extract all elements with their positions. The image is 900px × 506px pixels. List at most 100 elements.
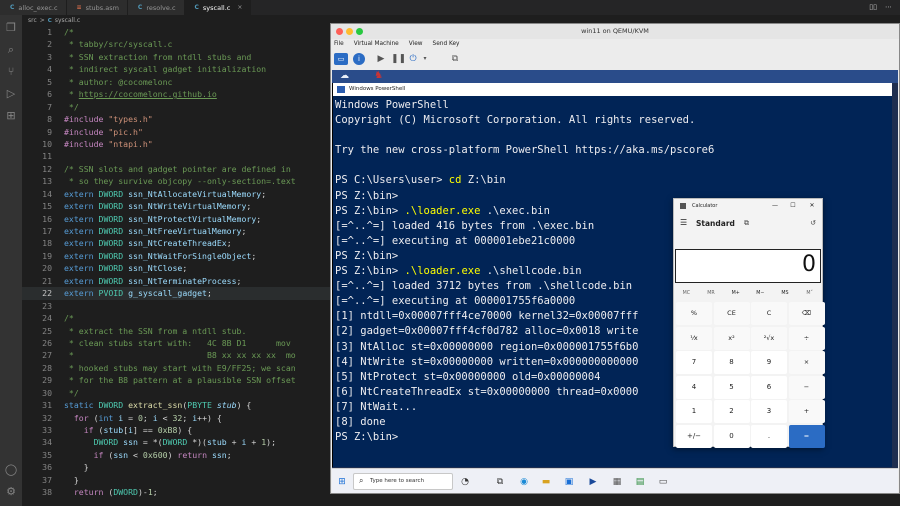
code-editor[interactable]: 1/* 2 * tabby/src/syscall.c 3 * SSN extrac…	[22, 26, 332, 506]
minimize-window-icon[interactable]	[346, 28, 353, 35]
calc-key[interactable]: ⅟x	[676, 326, 712, 350]
code-line[interactable]: 36 }	[22, 461, 332, 473]
code-line[interactable]: 11	[22, 150, 332, 162]
calc-key[interactable]: 0	[713, 424, 750, 448]
code-line[interactable]: 25 * extract the SSN from a ntdll stub.	[22, 325, 332, 337]
source-control-icon[interactable]: ⑂	[4, 65, 18, 79]
code-line[interactable]: 5 * author: @cocomelonc	[22, 76, 332, 88]
store-icon[interactable]: ▣	[564, 477, 574, 487]
tab-close-icon[interactable]: ×	[237, 4, 242, 11]
code-line[interactable]: 8 #include "types.h"	[22, 113, 332, 125]
calc-key[interactable]: 4	[676, 375, 712, 399]
menu-hamburger-icon[interactable]: ☰	[680, 218, 687, 227]
power-icon[interactable]: ⏻	[407, 53, 419, 65]
breadcrumb-file[interactable]: syscall.c	[55, 17, 80, 24]
code-line[interactable]: 9 #include "pic.h"	[22, 126, 332, 138]
code-line[interactable]: 18 extern DWORD ssn_NtCreateThreadEx;	[22, 237, 332, 249]
tab-resolve-c[interactable]: Cresolve.c	[127, 0, 185, 15]
calc-key[interactable]: 9	[751, 351, 787, 374]
code-line[interactable]: 1 /*	[22, 26, 332, 38]
run-icon[interactable]: ▶	[375, 53, 387, 65]
search-highlight-icon[interactable]: ◔	[460, 477, 470, 487]
code-line[interactable]: 28 * hooked stubs may start with E9/FF25…	[22, 362, 332, 374]
calc-key[interactable]: 1	[676, 400, 712, 423]
code-line[interactable]: 2 * tabby/src/syscall.c	[22, 38, 332, 50]
console-view-icon[interactable]: ▭	[334, 53, 348, 65]
m-minus-button[interactable]: M−	[748, 289, 773, 299]
keep-on-top-icon[interactable]: ⧉	[744, 219, 749, 228]
taskbar-app-icon[interactable]: ▤	[635, 477, 645, 487]
file-explorer-icon[interactable]: ▬	[541, 477, 551, 487]
calc-key[interactable]: ²√x	[751, 326, 787, 350]
code-line[interactable]: 3 * SSN extraction from ntdll stubs and	[22, 51, 332, 63]
code-line[interactable]: 22 extern PVOID g_syscall_gadget;	[22, 287, 332, 300]
code-line[interactable]: 24 /*	[22, 312, 332, 324]
calc-key[interactable]: +/−	[676, 424, 712, 448]
mr-button[interactable]: MR	[699, 289, 724, 299]
qemu-title-bar[interactable]: win11 on QEMU/KVM	[331, 24, 899, 39]
extensions-icon[interactable]: ⊞	[4, 109, 18, 123]
code-line[interactable]: 20 extern DWORD ssn_NtClose;	[22, 262, 332, 274]
tab-alloc-exec-c[interactable]: Calloc_exec.c	[0, 0, 67, 15]
code-line[interactable]: 10 #include "ntapi.h"	[22, 138, 332, 150]
memory-list-button[interactable]: M˅	[797, 289, 822, 299]
more-actions-icon[interactable]: ⋯	[885, 3, 892, 11]
menu-file[interactable]: File	[334, 39, 344, 49]
power-dropdown-icon[interactable]: ▾	[421, 53, 429, 65]
calc-key[interactable]: 2	[713, 400, 750, 423]
calc-key[interactable]: CE	[713, 302, 750, 325]
menu-send-key[interactable]: Send Key	[433, 39, 460, 49]
calc-key[interactable]: .	[751, 424, 787, 448]
tab-stubs-asm[interactable]: ≡ stubs.asm	[66, 0, 128, 15]
code-line[interactable]: 13 * so they survive objcopy --only-sect…	[22, 175, 332, 187]
code-line[interactable]: 23	[22, 300, 332, 312]
close-window-icon[interactable]	[336, 28, 343, 35]
edge-icon[interactable]: ◉	[519, 477, 529, 487]
pause-icon[interactable]: ❚❚	[391, 53, 406, 65]
menu-virtual-machine[interactable]: Virtual Machine	[354, 39, 399, 49]
run-debug-icon[interactable]: ▷	[4, 87, 18, 101]
maximize-icon[interactable]: ☐	[784, 199, 802, 213]
code-line[interactable]: 7 */	[22, 101, 332, 113]
code-line[interactable]: 34 DWORD ssn = *(DWORD *)(stub + i + 1);	[22, 436, 332, 448]
calc-key[interactable]: −	[788, 375, 825, 399]
breadcrumb-folder[interactable]: src	[28, 17, 37, 24]
close-icon[interactable]: ✕	[803, 199, 821, 213]
tab-syscall-c[interactable]: Csyscall.c ×	[184, 0, 252, 15]
code-line[interactable]: 19 extern DWORD ssn_NtWaitForSingleObject…	[22, 250, 332, 262]
calc-key[interactable]: +	[788, 400, 825, 423]
calc-key[interactable]: %	[676, 302, 712, 325]
settings-gear-icon[interactable]: ⚙	[4, 485, 18, 499]
code-line[interactable]: 35 if (ssn < 0x600) return ssn;	[22, 449, 332, 461]
minimize-icon[interactable]: —	[766, 199, 784, 213]
maximize-window-icon[interactable]	[356, 28, 363, 35]
calc-key[interactable]: x²	[713, 326, 750, 350]
powershell-taskbar-icon[interactable]: ▶	[588, 477, 598, 487]
explorer-icon[interactable]: ❐	[4, 21, 18, 35]
calc-key[interactable]: 3	[751, 400, 787, 423]
account-icon[interactable]: ◯	[4, 463, 18, 477]
mc-button[interactable]: MC	[674, 289, 699, 299]
calc-key[interactable]: 8	[713, 351, 750, 374]
code-line[interactable]: 21 extern DWORD ssn_NtTerminateProcess;	[22, 275, 332, 287]
calc-key[interactable]: =	[788, 424, 825, 448]
recycle-bin-icon[interactable]: ☁	[340, 71, 349, 81]
code-line[interactable]: 30 */	[22, 387, 332, 399]
search-icon[interactable]: ⌕	[4, 43, 18, 57]
guest-display[interactable]: ☁ ♞ Windows PowerShell Windows PowerShel…	[332, 70, 898, 493]
code-line[interactable]: 14 extern DWORD ssn_NtAllocateVirtualMemo…	[22, 188, 332, 200]
code-line[interactable]: 15 extern DWORD ssn_NtWriteVirtualMemory;	[22, 200, 332, 212]
taskbar-search[interactable]: ⌕ Type here to search	[353, 473, 453, 490]
calc-key[interactable]: C	[751, 302, 787, 325]
m-plus-button[interactable]: M+	[723, 289, 748, 299]
code-line[interactable]: 17 extern DWORD ssn_NtFreeVirtualMemory;	[22, 225, 332, 237]
code-line[interactable]: 33 if (stub[i] == 0xB8) {	[22, 424, 332, 436]
code-line[interactable]: 32 for (int i = 0; i < 32; i++) {	[22, 412, 332, 424]
menu-view[interactable]: View	[409, 39, 423, 49]
code-line[interactable]: 26 * clean stubs start with: 4C 8B D1 mo…	[22, 337, 332, 349]
code-line[interactable]: 31 static DWORD extract_ssn(PBYTE stub) {	[22, 399, 332, 411]
code-line[interactable]: 27 * B8 xx xx xx xx mo	[22, 349, 332, 361]
ms-button[interactable]: MS	[773, 289, 798, 299]
task-view-icon[interactable]: ⧉	[495, 477, 505, 487]
code-line[interactable]: 29 * for the B8 pattern at a plausible S…	[22, 374, 332, 386]
